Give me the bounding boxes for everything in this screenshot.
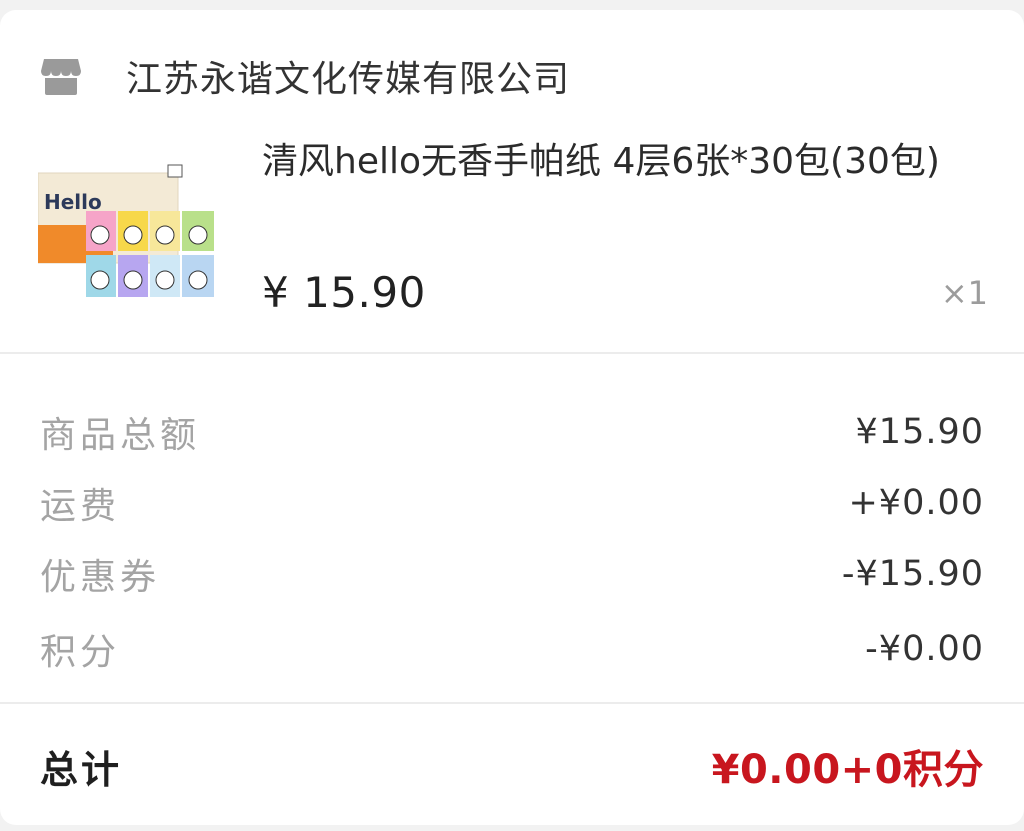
summary-value: -¥15.90 (841, 554, 984, 594)
summary-row-points: 积分 -¥0.00 (40, 619, 984, 679)
total-label: 总计 (40, 747, 123, 792)
summary-row-shipping: 运费 +¥0.00 (40, 473, 984, 533)
shop-header[interactable]: 江苏永谐文化传媒有限公司 (40, 44, 570, 108)
summary-label: 商品总额 (40, 415, 201, 456)
summary-value: +¥0.00 (848, 483, 984, 523)
top-gap (0, 0, 1024, 10)
summary-label: 运费 (40, 486, 121, 527)
summary-value: -¥0.00 (865, 629, 984, 669)
shop-name: 江苏永谐文化传媒有限公司 (126, 59, 571, 100)
summary-label: 优惠券 (40, 557, 161, 598)
summary-row-subtotal: 商品总额 ¥15.90 (40, 402, 984, 462)
order-card: 江苏永谐文化传媒有限公司 Hello 清风hello无香手帕纸 4层6张*30包… (0, 10, 1024, 825)
product-title[interactable]: 清风hello无香手帕纸 4层6张*30包(30包) (262, 132, 940, 184)
product-price: ¥ 15.90 (262, 268, 426, 317)
total-row: 总计 ¥0.00+0积分 (40, 734, 984, 798)
product-quantity: ×1 (940, 274, 988, 312)
divider (0, 352, 1024, 354)
summary-label: 积分 (40, 632, 121, 673)
divider (0, 702, 1024, 704)
summary-row-coupon: 优惠券 -¥15.90 (40, 544, 984, 604)
product-image-text: Hello (44, 190, 102, 214)
product-image[interactable]: Hello (38, 163, 218, 301)
summary-value: ¥15.90 (855, 412, 984, 452)
bottom-strip (0, 825, 1024, 831)
total-value: ¥0.00+0积分 (711, 747, 984, 793)
store-icon (41, 59, 81, 95)
